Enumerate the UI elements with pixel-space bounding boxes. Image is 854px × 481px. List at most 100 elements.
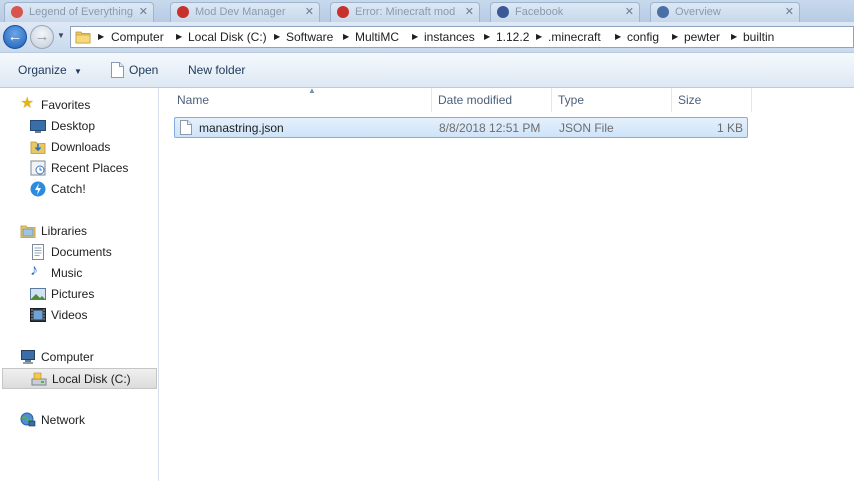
breadcrumb-separator-icon[interactable]: ▶: [731, 32, 737, 41]
breadcrumb-pewter[interactable]: pewter: [684, 30, 720, 44]
breadcrumb-multimc[interactable]: MultiMC: [355, 30, 399, 44]
nav-item-recent-places[interactable]: Recent Places: [0, 157, 157, 178]
nav-favorites[interactable]: ★ Favorites: [0, 94, 157, 115]
new-folder-button[interactable]: New folder: [188, 63, 245, 77]
nav-item-label: Desktop: [51, 119, 96, 133]
desktop-icon: [30, 120, 46, 133]
tab-title: Error: Minecraft mod: [355, 6, 456, 18]
navigation-pane: ★ Favorites Desktop Downloads Recent Pla…: [0, 88, 159, 481]
nav-item-videos[interactable]: Videos: [0, 304, 157, 325]
file-size: 1 KB: [716, 121, 743, 135]
breadcrumb-separator-icon[interactable]: ▶: [176, 32, 182, 41]
network-icon: [20, 412, 36, 427]
tab-title: Facebook: [515, 6, 564, 18]
back-button[interactable]: ←: [3, 25, 27, 49]
sort-ascending-icon: ▲: [308, 86, 316, 95]
nav-computer[interactable]: Computer: [0, 346, 157, 367]
file-type: JSON File: [559, 121, 614, 135]
browser-tab[interactable]: Legend of Everything ✕: [4, 2, 154, 22]
tab-favicon-icon: [11, 6, 23, 18]
open-button[interactable]: Open: [129, 63, 158, 77]
recent-pages-dropdown[interactable]: ▼: [57, 31, 65, 40]
breadcrumb-builtin[interactable]: builtin: [743, 30, 774, 44]
tab-title: Overview: [675, 6, 721, 18]
nav-item-label: Videos: [51, 308, 88, 322]
browser-tab[interactable]: Mod Dev Manager ✕: [170, 2, 320, 22]
breadcrumb-separator-icon[interactable]: ▶: [672, 32, 678, 41]
nav-item-label: Local Disk (C:): [52, 372, 131, 386]
column-header-name[interactable]: ▲ Name: [171, 86, 432, 112]
pictures-icon: [30, 288, 46, 300]
tab-favicon-icon: [177, 6, 189, 18]
nav-item-local-disk[interactable]: Local Disk (C:): [2, 368, 157, 389]
nav-item-label: Music: [51, 266, 83, 280]
chevron-down-icon: ▼: [74, 67, 82, 76]
music-note-icon: ♪: [30, 262, 38, 279]
breadcrumb-minecraft[interactable]: .minecraft: [548, 30, 601, 44]
breadcrumb-version[interactable]: 1.12.2: [496, 30, 529, 44]
browser-tab[interactable]: Facebook ✕: [490, 2, 640, 22]
tab-favicon-icon: [337, 6, 349, 18]
column-header-label: Name: [177, 93, 210, 107]
tab-title: Mod Dev Manager: [195, 6, 286, 18]
nav-item-label: Pictures: [51, 287, 95, 301]
breadcrumb-separator-icon[interactable]: ▶: [274, 32, 280, 41]
nav-libraries-label: Libraries: [41, 224, 88, 238]
breadcrumb-separator-icon[interactable]: ▶: [615, 32, 621, 41]
local-disk-icon: [31, 372, 47, 386]
browser-tab[interactable]: Error: Minecraft mod ✕: [330, 2, 480, 22]
close-icon[interactable]: ✕: [785, 5, 794, 18]
nav-libraries[interactable]: Libraries: [0, 220, 157, 241]
close-icon[interactable]: ✕: [625, 5, 634, 18]
file-row[interactable]: manastring.json 8/8/2018 12:51 PM JSON F…: [174, 117, 748, 138]
file-name: manastring.json: [199, 121, 284, 135]
breadcrumb-config[interactable]: config: [627, 30, 659, 44]
breadcrumb-software[interactable]: Software: [286, 30, 333, 44]
command-bar: Organize ▼ Open New folder: [0, 52, 854, 88]
breadcrumb-separator-icon[interactable]: ▶: [412, 32, 418, 41]
computer-icon: [21, 350, 35, 364]
tab-favicon-icon: [657, 6, 669, 18]
tab-favicon-icon: [497, 6, 509, 18]
folder-icon: [75, 31, 91, 44]
close-icon[interactable]: ✕: [465, 5, 474, 18]
breadcrumb-separator-icon[interactable]: ▶: [98, 32, 104, 41]
nav-item-documents[interactable]: Documents: [0, 241, 157, 262]
breadcrumb-instances[interactable]: instances: [424, 30, 475, 44]
column-header-label: Size: [678, 93, 702, 107]
file-list: ▲ Name Date modified Type Size manastrin…: [160, 86, 854, 481]
column-header-label: Type: [558, 93, 585, 107]
browser-tab[interactable]: Overview ✕: [650, 2, 800, 22]
organize-button[interactable]: Organize ▼: [18, 63, 82, 77]
close-icon[interactable]: ✕: [139, 5, 148, 18]
breadcrumb-computer[interactable]: Computer: [111, 30, 164, 44]
nav-network[interactable]: Network: [0, 409, 157, 430]
column-header-size[interactable]: Size: [672, 88, 752, 112]
recent-places-icon: [30, 160, 46, 176]
document-icon: [111, 62, 124, 78]
breadcrumb-separator-icon[interactable]: ▶: [484, 32, 490, 41]
forward-button[interactable]: →: [30, 25, 54, 49]
breadcrumb-separator-icon[interactable]: ▶: [536, 32, 542, 41]
nav-favorites-label: Favorites: [41, 98, 91, 112]
nav-item-downloads[interactable]: Downloads: [0, 136, 157, 157]
documents-icon: [32, 244, 44, 260]
nav-item-desktop[interactable]: Desktop: [0, 115, 157, 136]
file-icon: [180, 120, 192, 135]
nav-item-label: Recent Places: [51, 161, 129, 175]
column-header-type[interactable]: Type: [552, 88, 672, 112]
nav-item-music[interactable]: ♪ Music: [0, 262, 157, 283]
nav-item-label: Documents: [51, 245, 112, 259]
chevron-down-icon: ▼: [57, 31, 65, 40]
file-date-modified: 8/8/2018 12:51 PM: [439, 121, 541, 135]
catch-app-icon: [30, 181, 46, 197]
star-icon: ★: [20, 95, 35, 112]
back-arrow-icon: ←: [7, 28, 23, 45]
address-bar[interactable]: ▶ Computer ▶ Local Disk (C:) ▶ Software …: [70, 26, 854, 48]
nav-item-catch[interactable]: Catch!: [0, 178, 157, 199]
breadcrumb-local-disk[interactable]: Local Disk (C:): [188, 30, 267, 44]
nav-item-pictures[interactable]: Pictures: [0, 283, 157, 304]
breadcrumb-separator-icon[interactable]: ▶: [343, 32, 349, 41]
column-header-date-modified[interactable]: Date modified: [432, 88, 552, 112]
close-icon[interactable]: ✕: [305, 5, 314, 18]
